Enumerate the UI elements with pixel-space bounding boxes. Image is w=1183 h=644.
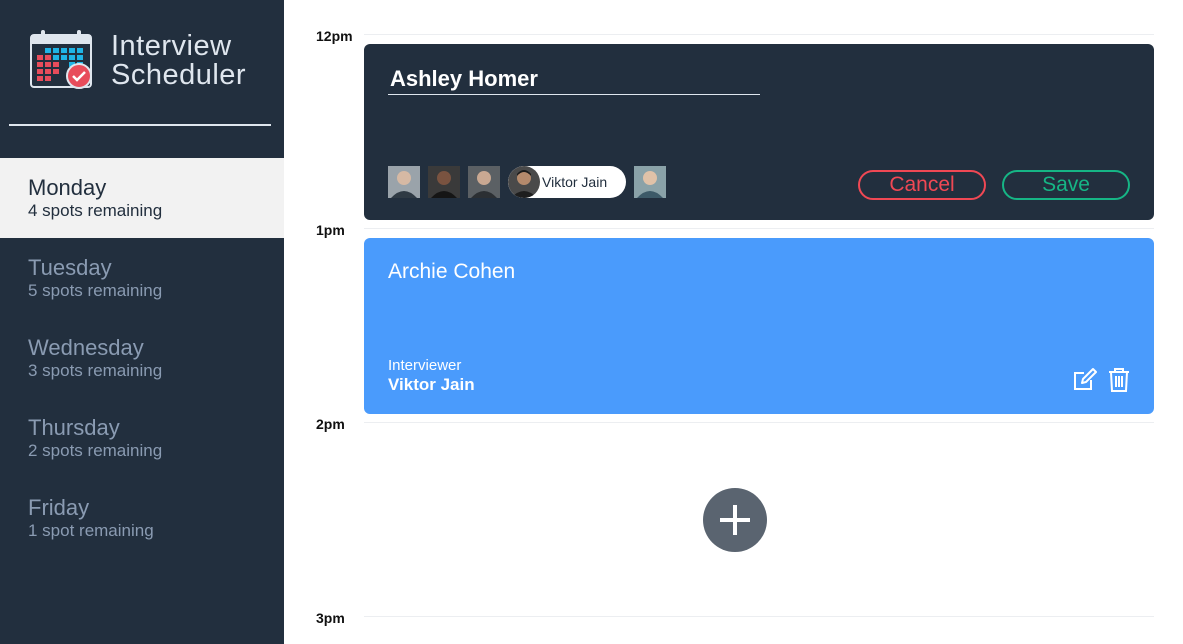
avatar-icon xyxy=(634,166,666,198)
sidebar: Interview Scheduler Monday 4 spots remai… xyxy=(0,0,284,644)
sidebar-divider xyxy=(9,124,271,126)
calendar-logo-icon xyxy=(29,29,95,91)
interviewer-name: Viktor Jain xyxy=(388,375,475,394)
student-name-input[interactable] xyxy=(388,64,760,95)
day-spots: 1 spot remaining xyxy=(28,521,154,540)
interviewer-avatar-5[interactable] xyxy=(634,166,666,198)
edit-icon xyxy=(1074,368,1097,390)
day-spots: 2 spots remaining xyxy=(28,441,163,460)
interviewer-avatar-1[interactable] xyxy=(388,166,420,198)
add-appointment-button[interactable] xyxy=(703,488,767,552)
day-name: Tuesday xyxy=(28,255,112,280)
day-spots: 3 spots remaining xyxy=(28,361,163,380)
slot-divider xyxy=(364,616,1154,617)
edit-button[interactable] xyxy=(1071,366,1099,394)
day-name: Friday xyxy=(28,495,90,520)
appointment-edit-form: Viktor Jain Cancel Save xyxy=(364,44,1154,220)
day-name: Monday xyxy=(28,175,107,200)
appointment-card: Archie Cohen Interviewer Viktor Jain xyxy=(364,238,1154,414)
day-list: Monday 4 spots remaining Tuesday 5 spots… xyxy=(0,158,284,558)
day-name: Thursday xyxy=(28,415,120,440)
time-label: 3pm xyxy=(316,610,345,626)
student-name: Archie Cohen xyxy=(388,260,516,283)
delete-button[interactable] xyxy=(1105,366,1133,394)
day-name: Wednesday xyxy=(28,335,144,360)
interviewer-label: Interviewer xyxy=(388,357,462,374)
interviewer-avatar-2[interactable] xyxy=(428,166,460,198)
time-label: 2pm xyxy=(316,416,345,432)
avatar-icon xyxy=(428,166,460,198)
day-item-wednesday[interactable]: Wednesday 3 spots remaining xyxy=(0,318,284,398)
cancel-button[interactable]: Cancel xyxy=(858,170,986,200)
day-item-tuesday[interactable]: Tuesday 5 spots remaining xyxy=(0,238,284,318)
day-spots: 4 spots remaining xyxy=(28,201,163,220)
save-button[interactable]: Save xyxy=(1002,170,1130,200)
trash-icon xyxy=(1109,368,1129,392)
interviewer-item-selected[interactable]: Viktor Jain xyxy=(508,166,626,198)
slot-divider xyxy=(364,228,1154,229)
slot-divider xyxy=(364,34,1154,35)
avatar-icon xyxy=(388,166,420,198)
interviewer-list: Viktor Jain xyxy=(388,166,674,198)
day-item-thursday[interactable]: Thursday 2 spots remaining xyxy=(0,398,284,478)
app-title-line2: Scheduler xyxy=(111,59,247,91)
app-title: Interview Scheduler xyxy=(111,32,246,90)
time-label: 1pm xyxy=(316,222,345,238)
avatar-icon xyxy=(468,166,500,198)
app-title-line1: Interview xyxy=(111,30,232,62)
interviewer-avatar-3[interactable] xyxy=(468,166,500,198)
avatar-icon xyxy=(508,166,540,198)
day-item-friday[interactable]: Friday 1 spot remaining xyxy=(0,478,284,558)
plus-icon xyxy=(720,505,750,535)
schedule: 12pm 1pm 2pm 3pm Ashley Homer Viktor Jai… xyxy=(285,0,1183,644)
interviewer-name: Viktor Jain xyxy=(542,174,608,190)
slot-divider xyxy=(364,422,1154,423)
time-label: 12pm xyxy=(316,28,353,44)
day-spots: 5 spots remaining xyxy=(28,281,163,300)
day-item-monday[interactable]: Monday 4 spots remaining xyxy=(0,158,284,238)
